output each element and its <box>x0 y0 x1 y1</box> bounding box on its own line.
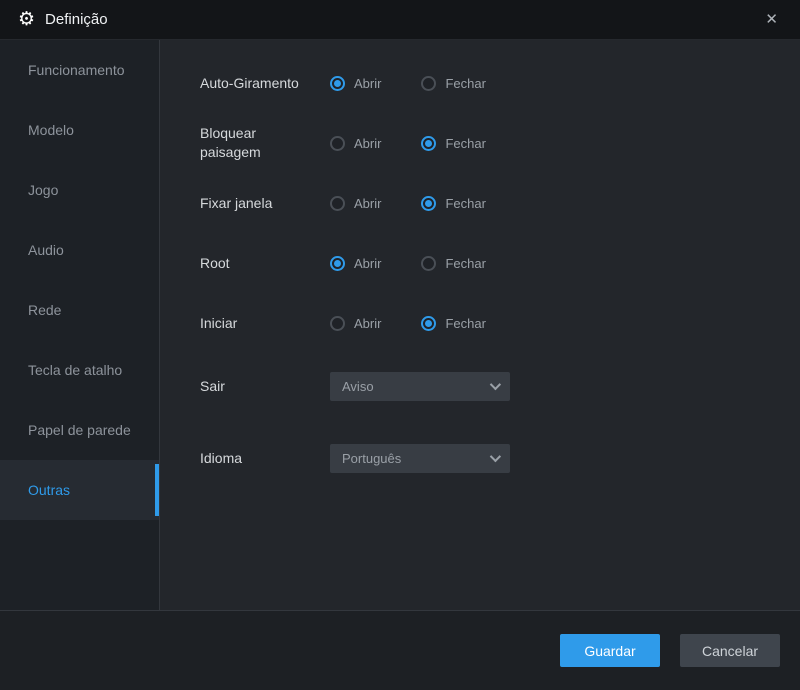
radio-label: Abrir <box>354 255 382 271</box>
radio-icon <box>330 135 345 151</box>
chevron-down-icon <box>489 378 502 391</box>
sidebar-item-funcionamento[interactable]: Funcionamento <box>0 40 159 100</box>
setting-label: Root <box>200 254 230 271</box>
sidebar-item-label: Papel de parede <box>28 422 131 438</box>
sidebar-item-label: Tecla de atalho <box>28 362 123 378</box>
sidebar-item-tecla-de-atalho[interactable]: Tecla de atalho <box>0 340 159 400</box>
radio-label: Fechar <box>445 75 486 91</box>
radio-icon <box>330 255 345 271</box>
radio-option-fechar[interactable]: Fechar <box>421 75 486 91</box>
cancel-button[interactable]: Cancelar <box>680 634 780 667</box>
sidebar-item-label: Rede <box>28 302 62 318</box>
sidebar-item-rede[interactable]: Rede <box>0 280 159 340</box>
radio-group: Abrir Fechar <box>330 255 486 271</box>
radio-label: Abrir <box>354 135 382 151</box>
radio-option-abrir[interactable]: Abrir <box>330 75 382 91</box>
setting-row-idioma: Idioma Português <box>200 425 800 491</box>
dropdown-value: Português <box>342 450 402 466</box>
radio-label: Abrir <box>354 195 382 211</box>
gear-icon: ⚙ <box>18 9 36 30</box>
radio-icon <box>421 195 437 211</box>
setting-row-auto-giramento: Auto-Giramento Abrir Fechar <box>200 53 800 113</box>
radio-label: Fechar <box>445 315 486 331</box>
sidebar-item-label: Audio <box>28 242 64 258</box>
sidebar-item-label: Jogo <box>28 182 59 198</box>
radio-option-fechar[interactable]: Fechar <box>421 255 486 271</box>
setting-row-root: Root Abrir Fechar <box>200 233 800 293</box>
radio-label: Fechar <box>445 255 486 271</box>
chevron-down-icon <box>489 450 502 463</box>
radio-option-abrir[interactable]: Abrir <box>330 135 382 151</box>
radio-group: Abrir Fechar <box>330 135 486 151</box>
setting-label: Auto-Giramento <box>200 74 299 91</box>
radio-option-fechar[interactable]: Fechar <box>421 315 486 331</box>
radio-option-abrir[interactable]: Abrir <box>330 315 382 331</box>
radio-icon <box>421 255 437 271</box>
radio-label: Abrir <box>354 315 382 331</box>
sidebar-item-label: Funcionamento <box>28 62 125 78</box>
radio-option-fechar[interactable]: Fechar <box>421 195 486 211</box>
radio-icon <box>421 315 437 331</box>
setting-label: Bloquear paisagem <box>200 125 261 160</box>
radio-group: Abrir Fechar <box>330 75 486 91</box>
setting-label: Sair <box>200 377 225 394</box>
setting-row-iniciar: Iniciar Abrir Fechar <box>200 293 800 353</box>
setting-label: Idioma <box>200 449 243 466</box>
footer-bar: Guardar Cancelar <box>0 610 800 690</box>
radio-group: Abrir Fechar <box>330 195 486 211</box>
sair-dropdown[interactable]: Aviso <box>330 371 510 401</box>
setting-row-bloquear-paisagem: Bloquear paisagem Abrir Fechar <box>200 113 800 173</box>
save-button[interactable]: Guardar <box>560 634 660 667</box>
sidebar-item-label: Outras <box>28 482 71 498</box>
close-icon[interactable]: ✕ <box>759 6 784 33</box>
settings-window: ⚙ Definição ✕ Funcionamento Modelo Jogo … <box>0 0 800 690</box>
sidebar-item-modelo[interactable]: Modelo <box>0 100 159 160</box>
settings-panel: Auto-Giramento Abrir Fechar Bloquear pai… <box>160 40 800 610</box>
sidebar-item-audio[interactable]: Audio <box>0 220 159 280</box>
radio-label: Abrir <box>354 75 382 91</box>
setting-row-sair: Sair Aviso <box>200 353 800 419</box>
radio-option-abrir[interactable]: Abrir <box>330 195 382 211</box>
sidebar-item-label: Modelo <box>28 122 74 138</box>
sidebar-item-jogo[interactable]: Jogo <box>0 160 159 220</box>
window-title: Definição <box>45 11 108 28</box>
radio-icon <box>421 135 437 151</box>
radio-icon <box>330 195 345 211</box>
setting-label: Iniciar <box>200 314 238 331</box>
radio-icon <box>330 75 345 91</box>
radio-option-fechar[interactable]: Fechar <box>421 135 486 151</box>
radio-group: Abrir Fechar <box>330 315 486 331</box>
titlebar: ⚙ Definição ✕ <box>0 0 800 40</box>
setting-label: Fixar janela <box>200 194 273 211</box>
radio-icon <box>421 75 437 91</box>
radio-option-abrir[interactable]: Abrir <box>330 255 382 271</box>
radio-label: Fechar <box>445 195 486 211</box>
radio-label: Fechar <box>445 135 486 151</box>
dropdown-value: Aviso <box>342 378 374 394</box>
setting-row-fixar-janela: Fixar janela Abrir Fechar <box>200 173 800 233</box>
sidebar-item-outras[interactable]: Outras <box>0 460 159 520</box>
radio-icon <box>330 315 345 331</box>
sidebar: Funcionamento Modelo Jogo Audio Rede Tec… <box>0 40 160 610</box>
window-body: Funcionamento Modelo Jogo Audio Rede Tec… <box>0 40 800 610</box>
sidebar-item-papel-de-parede[interactable]: Papel de parede <box>0 400 159 460</box>
idioma-dropdown[interactable]: Português <box>330 443 510 473</box>
